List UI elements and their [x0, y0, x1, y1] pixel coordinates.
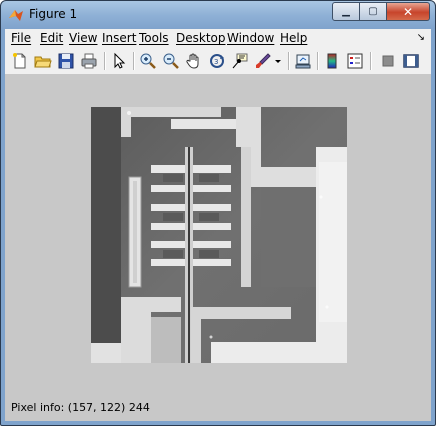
menu-insert[interactable]: Insert: [102, 31, 136, 45]
rotate-3d-icon[interactable]: 3: [207, 51, 227, 71]
zoom-out-icon[interactable]: [161, 51, 181, 71]
window-title: Figure 1: [29, 7, 78, 21]
hide-plot-tools-icon[interactable]: [378, 51, 398, 71]
title-bar[interactable]: Figure 1 ▁ ▢ ✕: [1, 1, 435, 29]
menu-view[interactable]: View: [69, 31, 97, 45]
figure-window: Figure 1 ▁ ▢ ✕ File Edit View Insert Too…: [0, 0, 436, 426]
new-figure-icon[interactable]: [10, 51, 30, 71]
brush-dropdown-icon[interactable]: [273, 51, 283, 71]
colorbar-icon[interactable]: [322, 51, 342, 71]
maximize-button[interactable]: ▢: [360, 2, 387, 21]
link-plot-icon[interactable]: [293, 51, 313, 71]
close-icon: ✕: [402, 4, 414, 19]
dock-arrow-icon[interactable]: ↘: [417, 32, 425, 43]
brush-icon[interactable]: [253, 51, 273, 71]
data-cursor-icon[interactable]: [230, 51, 250, 71]
minimize-icon: ▁: [342, 6, 350, 17]
pan-hand-icon[interactable]: [184, 51, 204, 71]
zoom-in-icon[interactable]: [138, 51, 158, 71]
menu-edit[interactable]: Edit: [40, 31, 63, 45]
open-file-icon[interactable]: [33, 51, 53, 71]
figure-toolbar: 3: [5, 48, 431, 75]
save-icon[interactable]: [56, 51, 76, 71]
menu-tools[interactable]: Tools: [139, 31, 169, 45]
menu-desktop[interactable]: Desktop: [176, 31, 226, 45]
close-button[interactable]: ✕: [387, 2, 430, 21]
svg-text:3: 3: [214, 58, 218, 66]
pixel-info-label: Pixel info: (157, 122) 244: [11, 401, 150, 414]
menu-file[interactable]: File: [11, 31, 31, 45]
figure-canvas: Pixel info: (157, 122) 244: [5, 75, 431, 421]
maximize-icon: ▢: [368, 6, 378, 17]
print-icon[interactable]: [79, 51, 99, 71]
pointer-icon[interactable]: [109, 51, 129, 71]
legend-icon[interactable]: [345, 51, 365, 71]
grayscale-image[interactable]: [91, 107, 347, 363]
menu-help[interactable]: Help: [280, 31, 307, 45]
matlab-logo-icon: [8, 7, 24, 23]
show-plot-tools-icon[interactable]: [401, 51, 421, 71]
menu-window[interactable]: Window: [227, 31, 274, 45]
menu-bar: File Edit View Insert Tools Desktop Wind…: [5, 29, 431, 49]
minimize-button[interactable]: ▁: [332, 2, 360, 21]
